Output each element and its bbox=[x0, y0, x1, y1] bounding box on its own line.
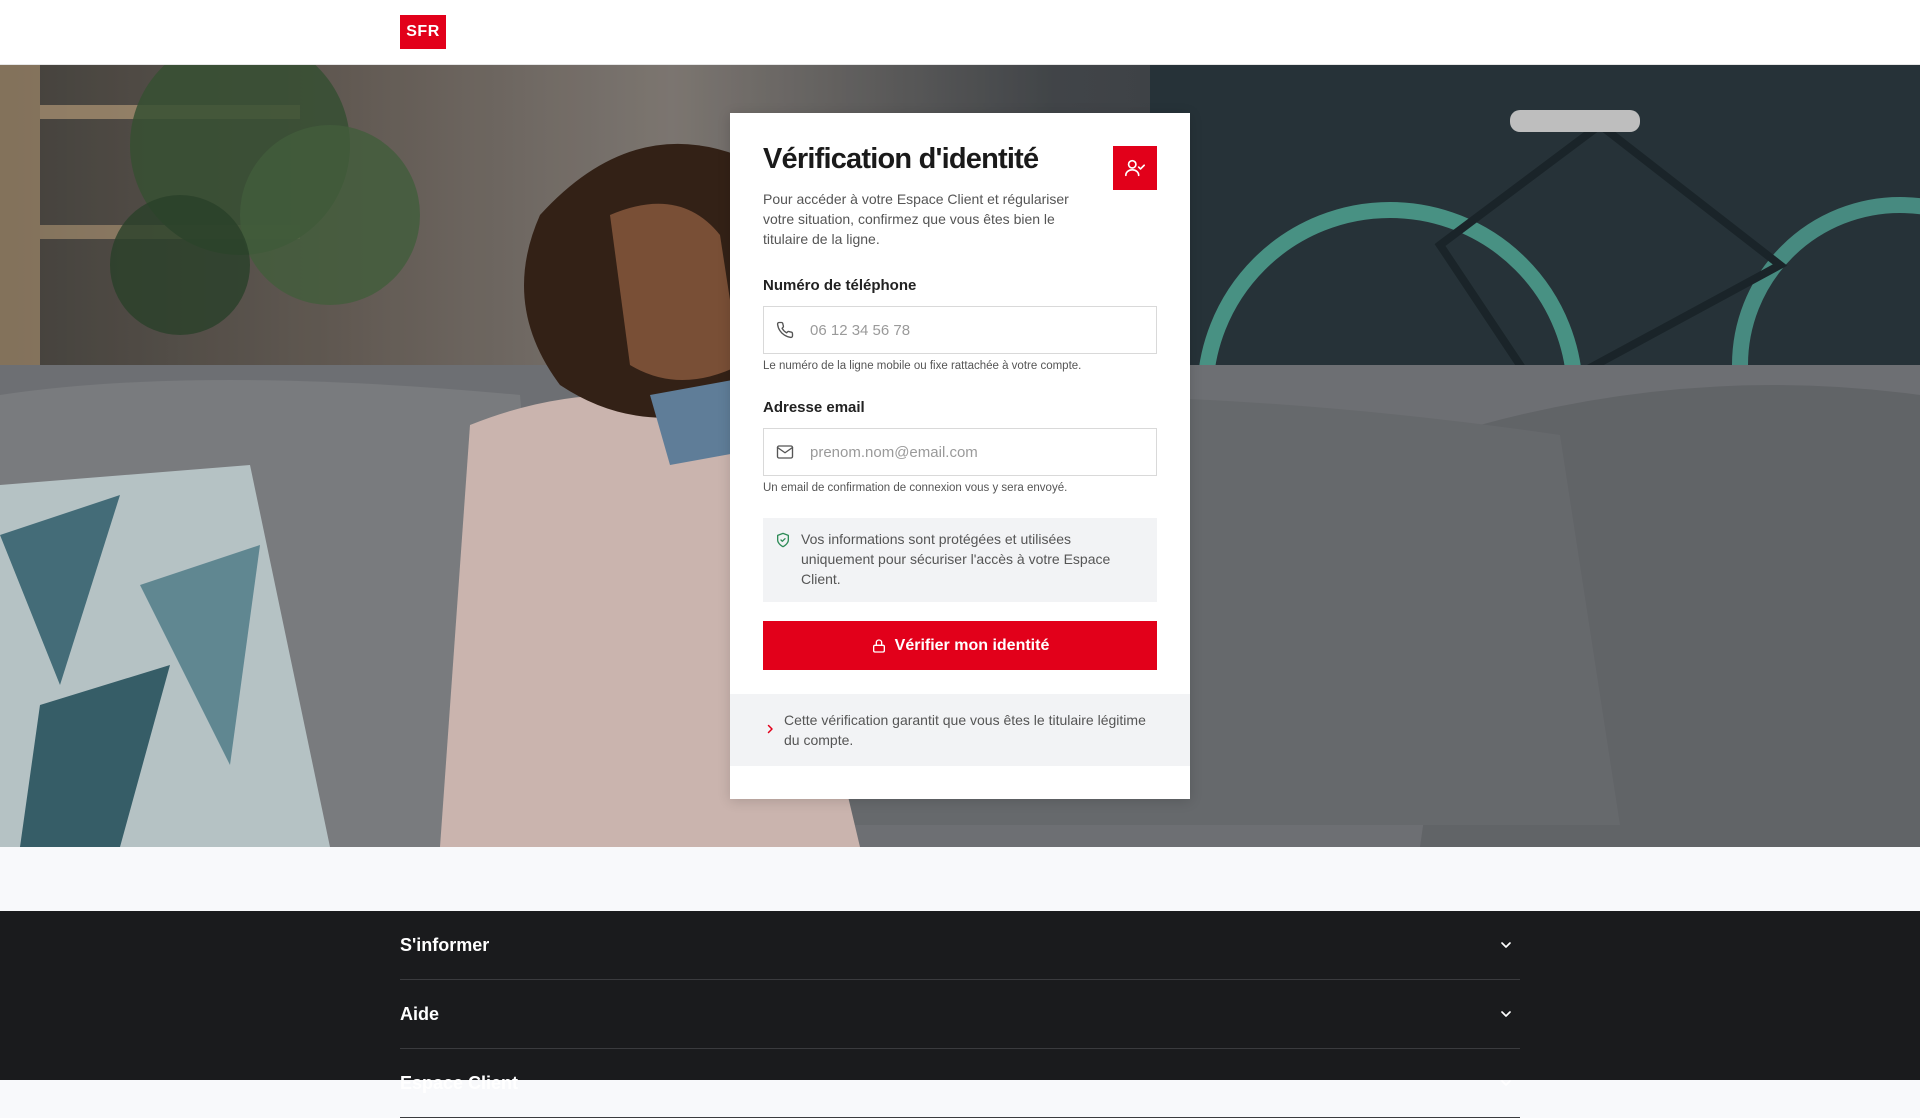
verification-info: Cette vérification garantit que vous ête… bbox=[730, 694, 1190, 766]
footer-section-label: S'informer bbox=[400, 934, 490, 955]
chevron-down-icon bbox=[1501, 1011, 1511, 1017]
privacy-notice: Vos informations sont protégées et utili… bbox=[763, 518, 1157, 602]
sfr-logo[interactable]: SFR bbox=[400, 15, 446, 49]
phone-input[interactable] bbox=[808, 320, 1152, 340]
top-header: SFR bbox=[0, 0, 1920, 65]
mail-icon bbox=[776, 445, 794, 459]
verify-identity-label: Vérifier mon identité bbox=[894, 636, 1050, 654]
email-hint: Un email de confirmation de connexion vo… bbox=[763, 482, 1068, 494]
chevron-down-icon bbox=[1501, 1080, 1511, 1086]
page-title: Vérification d'identité bbox=[763, 143, 1039, 175]
identity-verification-card: Vérification d'identité Pour accéder à v… bbox=[730, 113, 1190, 799]
email-field[interactable] bbox=[763, 428, 1157, 476]
privacy-notice-text: Vos informations sont protégées et utili… bbox=[801, 531, 1111, 587]
footer-section-label: Aide bbox=[400, 1003, 440, 1024]
email-input[interactable] bbox=[808, 442, 1152, 462]
verification-info-text: Cette vérification garantit que vous ête… bbox=[784, 712, 1146, 748]
footer: S'informer Aide Espace Client bbox=[0, 911, 1920, 1118]
phone-field[interactable] bbox=[763, 306, 1157, 354]
spacer-band bbox=[0, 847, 1920, 911]
footer-section-espace-client[interactable]: Espace Client bbox=[400, 1049, 1520, 1118]
chevron-right-icon bbox=[767, 724, 773, 734]
chevron-down-icon bbox=[1501, 942, 1511, 948]
footer-section-label: Espace Client bbox=[400, 1072, 519, 1093]
intro-text: Pour accéder à votre Espace Client et ré… bbox=[763, 191, 1069, 247]
phone-hint: Le numéro de la ligne mobile ou fixe rat… bbox=[763, 360, 1082, 372]
user-check-icon bbox=[1113, 146, 1157, 190]
footer-section-aide[interactable]: Aide bbox=[400, 980, 1520, 1049]
shield-check-icon bbox=[777, 532, 789, 548]
phone-label: Numéro de téléphone bbox=[763, 277, 917, 294]
phone-icon bbox=[776, 321, 794, 339]
lock-icon bbox=[872, 638, 885, 653]
footer-section-sinformer[interactable]: S'informer bbox=[400, 911, 1520, 980]
email-label: Adresse email bbox=[763, 399, 865, 416]
verify-identity-button[interactable]: Vérifier mon identité bbox=[763, 621, 1157, 670]
